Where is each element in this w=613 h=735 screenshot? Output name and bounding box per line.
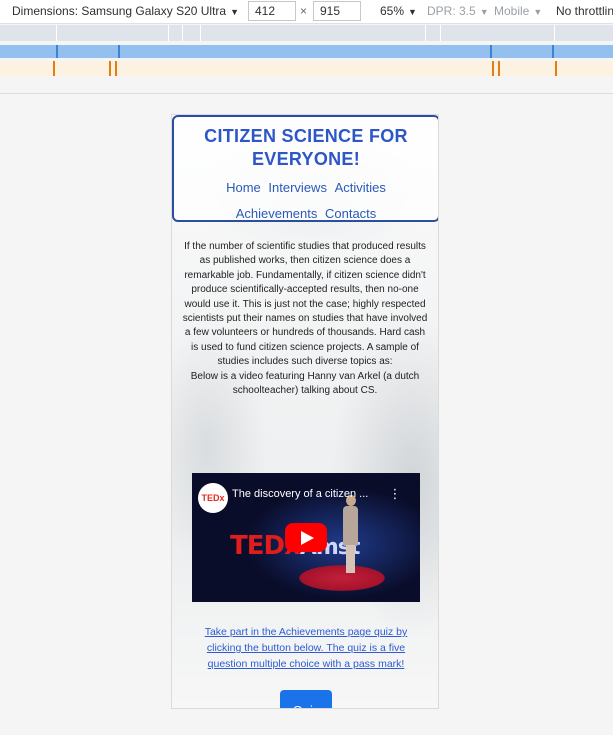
speaker-figure xyxy=(340,495,360,575)
chevron-down-icon: ▼ xyxy=(533,7,543,17)
nav-interviews[interactable]: Interviews xyxy=(268,180,327,195)
nav-contacts[interactable]: Contacts xyxy=(325,206,376,221)
mq-segment[interactable] xyxy=(0,25,57,41)
speaker-body xyxy=(343,506,358,546)
devtools-divider xyxy=(0,93,613,94)
video-title[interactable]: The discovery of a citizen ... xyxy=(232,488,368,500)
nav-achievements[interactable]: Achievements xyxy=(236,206,318,221)
mq-tick xyxy=(109,61,111,76)
dpr-label: DPR: 3.5 xyxy=(427,4,476,18)
video-note: Below is a video featuring Hanny van Ark… xyxy=(190,370,420,397)
mobile-label: Mobile xyxy=(494,4,530,18)
nav-activities[interactable]: Activities xyxy=(335,180,386,195)
channel-logo[interactable]: TEDx xyxy=(198,483,228,513)
media-query-bar-max-width[interactable] xyxy=(0,45,613,58)
mq-tick xyxy=(490,45,492,58)
site-title: CITIZEN SCIENCE FOR EVERYONE! xyxy=(204,126,408,169)
chevron-down-icon: ▼ xyxy=(479,7,489,17)
mq-segment[interactable] xyxy=(57,25,169,41)
dpr-selector[interactable]: DPR: 3.5 ▼ xyxy=(427,4,489,18)
mq-segment[interactable] xyxy=(183,25,201,41)
mq-tick xyxy=(552,45,554,58)
intro-paragraph: If the number of scientific studies that… xyxy=(182,241,428,368)
mq-tick xyxy=(53,61,55,76)
throttle-selector[interactable]: No throttlin xyxy=(556,4,613,18)
media-query-bar-min-width[interactable] xyxy=(0,61,613,76)
zoom-label: 65% xyxy=(380,4,405,18)
nav-home[interactable]: Home xyxy=(226,180,261,195)
main-nav: Home Interviews Activities Achievements … xyxy=(174,175,438,227)
mq-tick xyxy=(115,61,117,76)
zoom-selector[interactable]: 65% ▼ xyxy=(380,4,417,18)
mq-segment[interactable] xyxy=(169,25,183,41)
youtube-embed[interactable]: TEDxAmst TEDx The discovery of a citizen… xyxy=(192,473,420,602)
mq-segment[interactable] xyxy=(426,25,441,41)
mq-tick xyxy=(492,61,494,76)
height-input[interactable] xyxy=(313,1,361,21)
devtools-device-toolbar: Dimensions: Samsung Galaxy S20 Ultra▼ × … xyxy=(0,0,613,24)
mq-tick xyxy=(498,61,500,76)
quiz-info-link[interactable]: Take part in the Achievements page quiz … xyxy=(192,624,420,672)
intro-text: If the number of scientific studies that… xyxy=(182,240,428,398)
mq-segment[interactable] xyxy=(441,25,555,41)
mq-tick xyxy=(555,61,557,76)
play-button-icon[interactable] xyxy=(285,523,327,552)
more-options-icon[interactable]: ⋮ xyxy=(388,486,402,502)
site-header: CITIZEN SCIENCE FOR EVERYONE! Home Inter… xyxy=(172,115,438,222)
chevron-down-icon: ▼ xyxy=(230,7,240,17)
mq-tick xyxy=(118,45,120,58)
speaker-legs xyxy=(346,545,355,573)
mobile-mode-selector[interactable]: Mobile ▼ xyxy=(494,4,542,18)
device-selector[interactable]: Dimensions: Samsung Galaxy S20 Ultra ▼ xyxy=(12,4,239,18)
mq-tick xyxy=(56,45,58,58)
mq-segment[interactable] xyxy=(201,25,426,41)
media-query-bar-min-max[interactable] xyxy=(0,25,613,41)
width-input[interactable] xyxy=(248,1,296,21)
device-label: Dimensions: Samsung Galaxy S20 Ultra xyxy=(12,4,227,18)
device-viewport: CITIZEN SCIENCE FOR EVERYONE! Home Inter… xyxy=(171,114,439,709)
times-glyph: × xyxy=(300,4,308,18)
quiz-button[interactable]: Quiz xyxy=(280,690,332,708)
chevron-down-icon: ▼ xyxy=(408,7,417,17)
